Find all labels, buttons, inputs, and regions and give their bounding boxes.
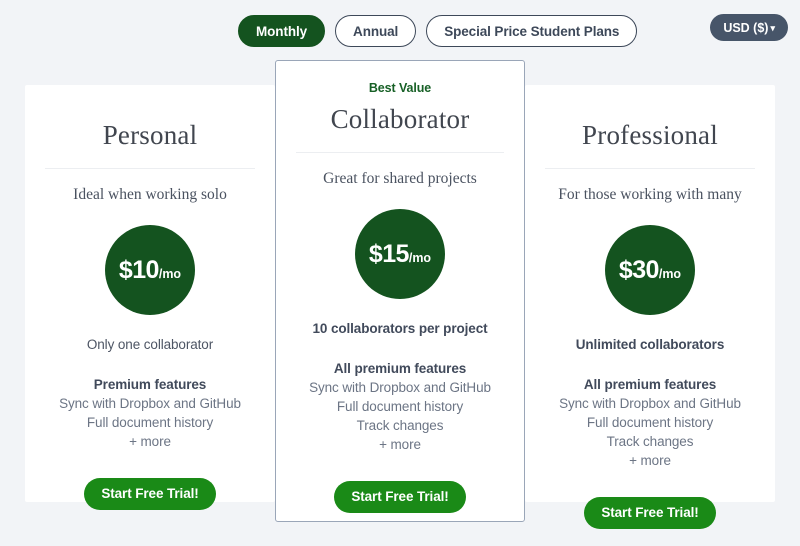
plan-collaborators: Unlimited collaborators (575, 337, 725, 352)
chevron-down-icon: ▾ (770, 23, 775, 33)
plan-feature-item: Full document history (336, 399, 464, 414)
plan-price-badge: $15 /mo (355, 209, 445, 299)
plan-feature-item: Sync with Dropbox and GitHub (309, 380, 491, 395)
plan-cta-wrapper: Start Free Trial! (276, 481, 524, 513)
card-divider (45, 168, 255, 169)
start-free-trial-button[interactable]: Start Free Trial! (584, 497, 716, 529)
plan-tagline: Great for shared projects (323, 170, 477, 187)
plan-feature-item: Track changes (356, 418, 444, 433)
plan-feature-item: Full document history (586, 415, 714, 430)
plan-tagline: For those working with many (558, 186, 742, 203)
plan-feature-item: Track changes (606, 434, 694, 449)
billing-toggle-monthly[interactable]: Monthly (238, 15, 326, 47)
plan-feature-heading: All premium features (583, 377, 717, 392)
plan-feature-item: + more (129, 434, 171, 449)
plan-price-period: /mo (408, 251, 432, 265)
billing-toggle-student-plans-label: Special Price Student Plans (444, 23, 620, 39)
pricing-card-professional: Professional For those working with many… (525, 85, 775, 529)
plan-cta-wrapper: Start Free Trial! (25, 478, 275, 510)
plan-feature-list: All premium features Sync with Dropbox a… (525, 375, 775, 470)
plan-collaborators: Only one collaborator (86, 337, 214, 352)
plan-feature-item: Full document history (86, 415, 214, 430)
plan-collaborators: 10 collaborators per project (312, 321, 488, 336)
plan-price-period: /mo (658, 267, 682, 281)
plan-feature-item: Sync with Dropbox and GitHub (59, 396, 241, 411)
plan-tagline: Ideal when working solo (73, 186, 227, 203)
plan-feature-heading: All premium features (333, 361, 467, 376)
plan-feature-list: All premium features Sync with Dropbox a… (276, 359, 524, 454)
billing-toggle-annual[interactable]: Annual (335, 15, 417, 47)
billing-toggle-annual-label: Annual (353, 23, 399, 39)
currency-selector-button[interactable]: USD ($) ▾ (710, 14, 788, 41)
plan-cta-wrapper: Start Free Trial! (525, 497, 775, 529)
start-free-trial-button[interactable]: Start Free Trial! (84, 478, 216, 510)
billing-toggle-student-plans[interactable]: Special Price Student Plans (426, 15, 638, 47)
plan-name: Professional (582, 120, 718, 150)
plan-price-badge: $10 /mo (105, 225, 195, 315)
billing-period-toggle-group: Monthly Annual Special Price Student Pla… (238, 15, 638, 47)
plan-feature-item: Sync with Dropbox and GitHub (559, 396, 741, 411)
card-divider (545, 168, 755, 169)
plan-price-amount: $10 (118, 255, 160, 284)
pricing-card-personal: Personal Ideal when working solo $10 /mo… (25, 85, 275, 510)
pricing-cards-container: Personal Ideal when working solo $10 /mo… (0, 60, 800, 530)
plan-feature-heading: Premium features (93, 377, 207, 392)
card-divider (296, 152, 504, 153)
start-free-trial-button[interactable]: Start Free Trial! (334, 481, 466, 513)
pricing-card-collaborator: Best Value Collaborator Great for shared… (275, 60, 525, 522)
billing-toggle-monthly-label: Monthly (256, 23, 308, 39)
plan-price-badge: $30 /mo (605, 225, 695, 315)
plan-price-amount: $30 (618, 255, 660, 284)
plan-feature-item: + more (379, 437, 421, 452)
top-toolbar: Monthly Annual Special Price Student Pla… (0, 0, 800, 66)
plan-name: Personal (102, 120, 198, 150)
best-value-badge: Best Value (368, 81, 432, 95)
plan-price-amount: $15 (368, 239, 410, 268)
plan-price-period: /mo (158, 267, 182, 281)
plan-feature-item: + more (629, 453, 671, 468)
currency-selector-label: USD ($) (723, 20, 769, 35)
plan-name: Collaborator (330, 104, 470, 134)
plan-feature-list: Premium features Sync with Dropbox and G… (25, 375, 275, 451)
